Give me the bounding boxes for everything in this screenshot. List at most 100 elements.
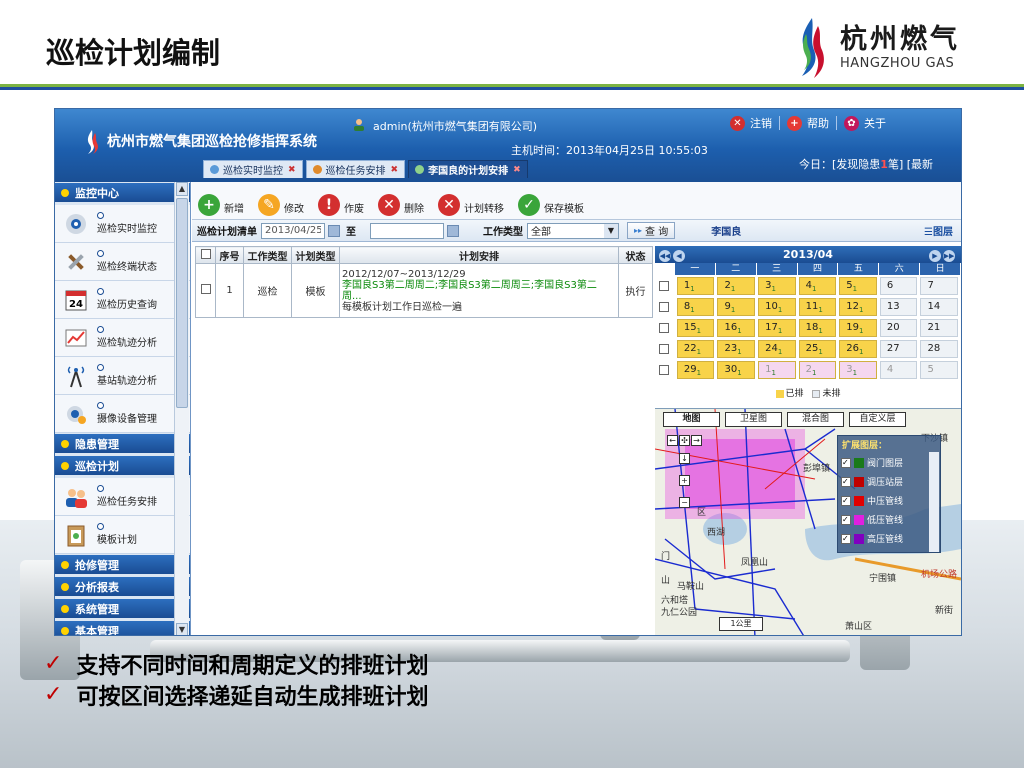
layer-checkbox[interactable]: ✓ — [841, 533, 851, 544]
sidebar-item-track-analysis[interactable]: 巡检轨迹分析 — [55, 319, 190, 357]
scroll-down-icon[interactable]: ▼ — [176, 623, 188, 635]
calendar-day[interactable]: 13 — [879, 297, 918, 316]
pan-down-icon[interactable]: ↓ — [679, 453, 690, 464]
calendar-day[interactable]: 251 — [798, 339, 837, 358]
calendar-day[interactable]: 121 — [839, 297, 877, 316]
map-tab-satellite[interactable]: 卫星图 — [725, 412, 782, 427]
map-tab-custom[interactable]: 自定义层 — [849, 412, 906, 427]
layers-link[interactable]: ☰图层 — [924, 223, 953, 238]
tab-plan-schedule[interactable]: 李国良的计划安排 ✖ — [408, 160, 528, 178]
calendar-day[interactable]: 191 — [839, 318, 877, 337]
delete-button[interactable]: ✕ 删除 — [378, 194, 424, 216]
calendar-day[interactable]: 221 — [676, 339, 715, 358]
next-year-icon[interactable]: ▶▶ — [942, 249, 955, 262]
scroll-thumb[interactable] — [176, 198, 188, 408]
sidebar-section-monitor-center[interactable]: 监控中心 — [55, 183, 190, 202]
calendar-day[interactable]: 111 — [798, 297, 837, 316]
sidebar-item-terminal-status[interactable]: 巡检终端状态 — [55, 243, 190, 281]
checkbox[interactable] — [200, 284, 211, 294]
select-all-header[interactable] — [195, 246, 216, 264]
map-tab-map[interactable]: 地图 — [663, 412, 720, 427]
layer-scrollbar[interactable] — [929, 452, 939, 552]
calendar-day[interactable]: 27 — [879, 339, 918, 358]
zoom-in-icon[interactable]: + — [679, 475, 690, 486]
calendar-day[interactable]: 51 — [839, 276, 877, 295]
sidebar-item-template-plan[interactable]: 模板计划 — [55, 516, 190, 554]
help-button[interactable]: + 帮助 — [780, 113, 836, 133]
calendar-day[interactable]: 101 — [758, 297, 796, 316]
calendar-day[interactable]: 14 — [920, 297, 959, 316]
sidebar-section-basic[interactable]: 基本管理 — [55, 621, 190, 635]
tab-realtime-monitor[interactable]: 巡检实时监控 ✖ — [203, 160, 303, 178]
tab-close-icon[interactable]: ✖ — [391, 165, 399, 175]
calendar-day[interactable]: 31 — [758, 276, 796, 295]
next-month-icon[interactable]: ▶ — [928, 249, 941, 262]
scroll-up-icon[interactable]: ▲ — [176, 182, 188, 196]
week-checkbox[interactable] — [659, 364, 669, 375]
calendar-day[interactable]: 171 — [758, 318, 796, 337]
layer-item[interactable]: ✓ 高压管线 — [838, 529, 940, 548]
sidebar-section-patrol-plan[interactable]: 巡检计划 — [55, 456, 190, 475]
calendar-day[interactable]: 291 — [676, 360, 715, 379]
layer-item[interactable]: ✓ 调压站层 — [838, 472, 940, 491]
map-view[interactable]: 地图 卫星图 混合图 自定义层 ← ✣ → ↓ + − 西湖 凤凰山 马鞍山 宁… — [655, 408, 961, 635]
calendar-day[interactable]: 21 — [920, 318, 959, 337]
calendar-day[interactable]: 181 — [798, 318, 837, 337]
edit-button[interactable]: ✎ 修改 — [258, 194, 304, 216]
sidebar-scrollbar[interactable]: ▲ ▼ — [174, 182, 189, 635]
layer-item[interactable]: ✓ 阀门图层 — [838, 453, 940, 472]
calendar-day[interactable]: 28 — [920, 339, 959, 358]
sidebar-item-history-query[interactable]: 24 巡检历史查询 — [55, 281, 190, 319]
sidebar-item-task-schedule[interactable]: 巡检任务安排 — [55, 478, 190, 516]
calendar-day[interactable]: 81 — [676, 297, 715, 316]
tab-task-schedule[interactable]: 巡检任务安排 ✖ — [305, 160, 406, 178]
sidebar-item-camera-manage[interactable]: 摄像设备管理 — [55, 395, 190, 433]
calendar-day[interactable]: 6 — [879, 276, 918, 295]
calendar-day[interactable]: 151 — [676, 318, 715, 337]
table-row[interactable]: 1 巡检 模板 2012/12/07~2013/12/29 李国良S3第二周周二… — [195, 263, 653, 318]
layer-checkbox[interactable]: ✓ — [841, 476, 851, 487]
layer-checkbox[interactable]: ✓ — [841, 495, 851, 506]
calendar-day[interactable]: 20 — [879, 318, 918, 337]
sidebar-item-station-analysis[interactable]: 基站轨迹分析 — [55, 357, 190, 395]
calendar-icon[interactable] — [328, 224, 340, 237]
calendar-day[interactable]: 241 — [758, 339, 796, 358]
checkbox[interactable] — [200, 248, 211, 259]
zoom-out-icon[interactable]: − — [679, 497, 690, 508]
week-checkbox[interactable] — [659, 301, 669, 312]
start-date-input[interactable] — [261, 222, 325, 239]
row-checkbox-cell[interactable] — [195, 263, 216, 318]
calendar-day[interactable]: 41 — [798, 276, 837, 295]
calendar-day[interactable]: 11 — [758, 360, 796, 379]
calendar-day[interactable]: 4 — [879, 360, 918, 379]
calendar-day[interactable]: 21 — [798, 360, 837, 379]
calendar-day[interactable]: 301 — [717, 360, 756, 379]
end-date-input[interactable] — [370, 222, 444, 239]
calendar-day[interactable]: 11 — [676, 276, 715, 295]
calendar-day[interactable]: 5 — [920, 360, 959, 379]
sidebar-item-realtime-monitor[interactable]: 巡检实时监控 — [55, 205, 190, 243]
pan-left-icon[interactable]: ← — [667, 435, 678, 446]
layer-item[interactable]: ✓ 中压管线 — [838, 491, 940, 510]
week-checkbox[interactable] — [659, 343, 669, 354]
calendar-day[interactable]: 21 — [717, 276, 756, 295]
void-button[interactable]: ! 作废 — [318, 194, 364, 216]
calendar-day[interactable]: 261 — [839, 339, 877, 358]
sidebar-section-reports[interactable]: 分析报表 — [55, 577, 190, 596]
calendar-day[interactable]: 31 — [839, 360, 877, 379]
pan-right-icon[interactable]: → — [691, 435, 702, 446]
save-template-button[interactable]: ✓ 保存模板 — [518, 194, 584, 216]
week-checkbox[interactable] — [659, 322, 669, 333]
query-button[interactable]: ▸▸ 查 询 — [627, 222, 676, 239]
transfer-button[interactable]: ✕ 计划转移 — [438, 194, 504, 216]
sidebar-section-system[interactable]: 系统管理 — [55, 599, 190, 618]
new-button[interactable]: + 新增 — [198, 194, 244, 216]
logout-button[interactable]: ✕ 注销 — [723, 113, 779, 133]
prev-year-icon[interactable]: ◀◀ — [659, 249, 671, 262]
sidebar-section-repair[interactable]: 抢修管理 — [55, 555, 190, 574]
calendar-day[interactable]: 161 — [717, 318, 756, 337]
tab-close-icon[interactable]: ✖ — [288, 165, 296, 175]
tab-close-icon[interactable]: ✖ — [513, 165, 521, 175]
map-tab-hybrid[interactable]: 混合图 — [787, 412, 844, 427]
calendar-day[interactable]: 7 — [920, 276, 959, 295]
